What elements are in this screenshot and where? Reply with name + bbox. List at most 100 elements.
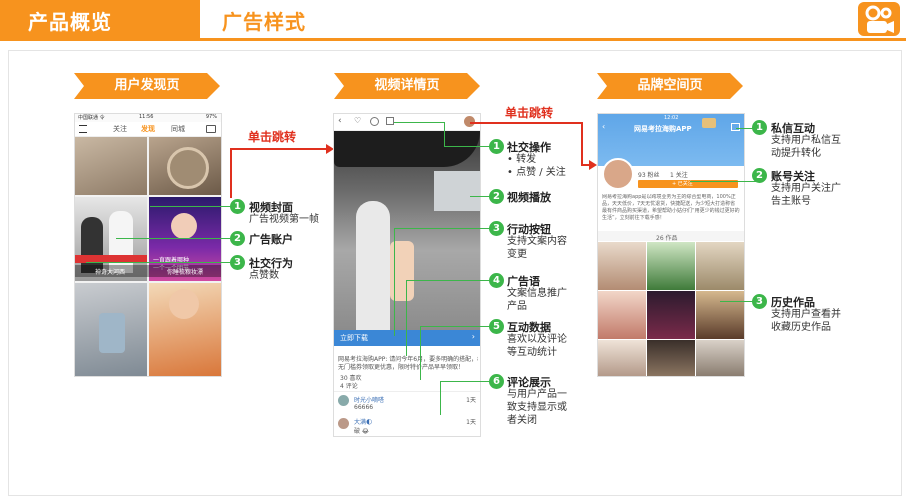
header-divider	[0, 38, 906, 41]
video-phone: ‹ ♡ 立即下载 › 网易考拉海购APP: 请问今年6月，要多明确的搭配，80元…	[333, 113, 481, 437]
annotation-title: 视频播放	[507, 189, 551, 205]
follower-count: 93 粉丝	[638, 170, 660, 179]
annotation-desc: 支持用户关注广 告主账号	[771, 182, 841, 208]
click-jump-label: 单击跳转	[505, 104, 553, 121]
annotation-desc: 点赞数	[249, 269, 279, 282]
column-title-discover: 用户发现页	[74, 73, 220, 99]
annotation-number: 1	[230, 199, 245, 214]
click-jump-label: 单击跳转	[248, 128, 296, 145]
leader-line	[690, 181, 758, 182]
comment-user[interactable]: 时光小嘀嗒	[354, 395, 384, 404]
tile-caption: 你睡梳粮妆漂	[167, 267, 203, 276]
work-tile[interactable]	[598, 242, 646, 290]
status-carrier: 中国联通 令	[78, 114, 105, 121]
leader-line	[150, 206, 230, 207]
comment-text: 破 😂	[354, 426, 369, 435]
video-tile[interactable]	[149, 283, 221, 376]
ad-caption: 无门槛券领取更优惠，限时特价产品早早领取！	[338, 362, 478, 371]
kuaishou-logo-icon	[858, 2, 900, 36]
comment-icon[interactable]	[370, 117, 379, 126]
work-tile[interactable]	[696, 291, 744, 339]
tab-nearby[interactable]: 同城	[171, 124, 185, 134]
annotation-desc: • 转发 • 点赞 / 关注	[507, 153, 566, 179]
annotation-desc: 喜欢以及评论 等互动统计	[507, 333, 567, 359]
jump-arrow-line	[230, 148, 232, 198]
leader-line	[406, 280, 490, 281]
annotation-number: 2	[230, 231, 245, 246]
leader-line	[394, 122, 444, 123]
work-tile[interactable]	[598, 291, 646, 339]
leader-line	[394, 228, 490, 229]
jump-arrow-head	[589, 160, 597, 170]
annotation-desc: 支持用户查看并 收藏历史作品	[771, 308, 841, 334]
brand-phone: 12:02 ‹ 网易考拉海购APP 93 粉丝 1 关注 + 已关注 网易考拉海…	[597, 113, 745, 377]
leader-line	[420, 326, 421, 380]
annotation-number: 3	[489, 221, 504, 236]
video-tile[interactable]	[75, 283, 147, 376]
leader-line	[440, 381, 490, 382]
brand-name: 网易考拉海购APP	[634, 124, 692, 134]
annotation-number: 6	[489, 374, 504, 389]
avatar[interactable]	[338, 418, 349, 429]
annotation-number: 1	[489, 139, 504, 154]
works-count: 26 作品	[656, 233, 678, 242]
work-tile[interactable]	[647, 291, 695, 339]
comment-time: 1天	[466, 417, 476, 426]
comment-text: 66666	[354, 404, 373, 411]
cta-label: 立即下载	[340, 333, 368, 343]
annotation-number: 3	[230, 255, 245, 270]
annotation-number: 3	[752, 294, 767, 309]
column-title-video: 视频详情页	[334, 73, 480, 99]
menu-icon[interactable]	[79, 125, 87, 133]
video-tile[interactable]	[149, 137, 221, 195]
comments-count: 4 评论	[340, 381, 358, 390]
camera-icon[interactable]	[206, 125, 216, 133]
tab-follow[interactable]: 关注	[113, 124, 127, 134]
annotation-number: 5	[489, 319, 504, 334]
back-icon[interactable]: ‹	[602, 122, 605, 131]
annotation-desc: 支持用户私信互 动提升转化	[771, 134, 841, 160]
decor-icon	[702, 118, 716, 128]
work-tile[interactable]	[598, 340, 646, 376]
work-tile[interactable]	[696, 242, 744, 290]
status-time: 12:02	[664, 115, 678, 121]
status-battery: 97%	[206, 114, 217, 120]
like-icon[interactable]: ♡	[354, 116, 361, 125]
share-icon[interactable]	[386, 117, 394, 125]
message-icon[interactable]	[731, 123, 740, 131]
leader-line	[394, 228, 395, 336]
tab-discover[interactable]: 发现	[141, 124, 155, 134]
annotation-desc: 文案信息推广 产品	[507, 287, 567, 313]
leader-line	[444, 122, 445, 146]
section-title: 产品概览	[28, 6, 112, 35]
leader-line	[406, 280, 407, 356]
jump-arrow-line	[581, 122, 583, 166]
page-title: 广告样式	[222, 6, 306, 35]
cta-download-button[interactable]: 立即下载 ›	[334, 330, 480, 346]
avatar[interactable]	[338, 395, 349, 406]
leader-line	[420, 326, 490, 327]
work-tile[interactable]	[647, 340, 695, 376]
annotation-title: 广告账户	[249, 231, 293, 247]
leader-line	[86, 262, 230, 263]
tile-caption: 神奇大河西	[95, 267, 125, 276]
avatar[interactable]	[602, 158, 634, 190]
work-tile[interactable]	[696, 340, 744, 376]
following-count: 1 关注	[670, 170, 688, 179]
annotation-number: 4	[489, 273, 504, 288]
brand-description: 网易考拉海购app是以跨境业务为主的综合型电商，100%正品，天天低价，7天无忧…	[602, 194, 740, 229]
leader-line	[444, 146, 490, 147]
annotation-number: 2	[489, 189, 504, 204]
leader-line	[470, 196, 490, 197]
work-tile[interactable]	[647, 242, 695, 290]
annotation-desc: 支持文案内容 变更	[507, 235, 567, 261]
annotation-desc: 广告视频第一帧	[249, 213, 319, 226]
back-icon[interactable]: ‹	[338, 116, 342, 126]
comment-user[interactable]: 大满🌓	[354, 417, 372, 426]
column-title-brand: 品牌空间页	[597, 73, 743, 99]
status-time: 11:56	[139, 114, 153, 120]
annotation-number: 2	[752, 168, 767, 183]
video-player[interactable]	[334, 131, 480, 330]
video-tile[interactable]	[75, 137, 147, 195]
annotation-number: 1	[752, 120, 767, 135]
